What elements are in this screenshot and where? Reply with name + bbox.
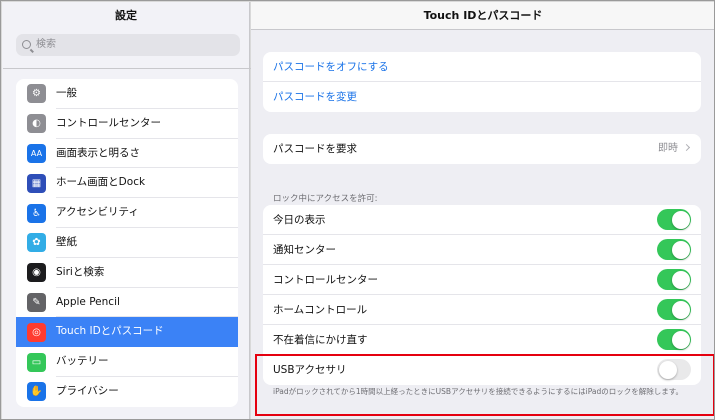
toggle-knob [671,270,690,289]
home-screen-icon: ▦ [27,173,46,193]
search-icon [22,40,31,49]
toggle-row: 今日の表示 [263,205,701,235]
sidebar-item-label: ホーム画面とDock [56,168,238,199]
toggle-knob [671,240,690,259]
toggle-switch[interactable] [657,299,691,320]
sidebar-title: 設定 [115,9,137,22]
sidebar-list: ⚙ 一般 ◐ コントロールセンター AA 画面表示と明るさ ▦ ホーム画面とDock ♿ アクセシ… [16,79,238,407]
sidebar-item[interactable]: ✋ プライバシー [16,377,238,407]
toggle-knob [671,330,690,349]
toggle-label: 今日の表示 [273,214,326,226]
chevron-right-icon [682,143,691,152]
gear-icon: ⚙ [27,84,46,104]
toggle-label: ホームコントロール [273,304,368,316]
toggle-switch[interactable] [657,209,691,230]
sidebar-item-label: アクセシビリティ [56,198,238,228]
sidebar-item[interactable]: ▭ バッテリー [16,347,238,377]
fingerprint-icon: ◎ [27,322,46,342]
sidebar-item[interactable]: ◉ Siriと検索 [16,258,238,288]
toggle-switch[interactable] [657,329,691,350]
sidebar-item[interactable]: ◐ コントロールセンター [16,109,238,139]
search-input[interactable]: 検索 [16,34,240,56]
toggle-row: コントロールセンター [263,265,701,295]
sidebar-item[interactable]: ♿ アクセシビリティ [16,198,238,228]
accessibility-icon: ♿ [27,203,46,223]
require-passcode-value: 即時 [658,134,691,164]
sidebar-item-label: 壁紙 [56,228,238,258]
sidebar-item-label: コントロールセンター [56,109,238,139]
toggles-icon: ◐ [27,114,46,134]
sidebar-divider [3,68,251,69]
require-passcode-value-text: 即時 [658,143,678,154]
toggle-row: 不在着信にかけ直す [263,325,701,355]
hand-icon: ✋ [27,382,46,402]
sidebar-item[interactable]: ⚙ 一般 [16,79,238,109]
sidebar-item[interactable]: ◎ Touch IDとパスコード [16,317,238,348]
toggle-switch[interactable] [657,269,691,290]
locked-access-header: ロック中にアクセスを許可: [273,194,378,204]
sidebar-item-label: 一般 [56,79,238,109]
sidebar-item[interactable]: AA 画面表示と明るさ [16,139,238,169]
toggle-switch[interactable] [657,239,691,260]
sidebar-item[interactable]: ✎ Apple Pencil [16,288,238,318]
display-brightness-icon: AA [27,143,46,163]
settings-window: 設定 検索 ⚙ 一般 ◐ コントロールセンター AA 画面表示と明るさ ▦ ホーム画面とDoc… [0,0,715,420]
toggle-label: 不在着信にかけ直す [273,334,368,346]
sidebar-item-label: バッテリー [56,347,238,377]
sidebar-item[interactable]: ▦ ホーム画面とDock [16,168,238,199]
toggle-row: ホームコントロール [263,295,701,325]
sidebar-item-label: Apple Pencil [56,288,238,318]
toggle-label: 通知センター [273,244,336,256]
require-passcode-row[interactable]: パスコードを要求 即時 [263,134,701,164]
search-placeholder: 検索 [36,39,56,50]
toggle-label: コントロールセンター [273,274,378,286]
pencil-icon: ✎ [27,292,46,312]
require-passcode-group: パスコードを要求 即時 [263,134,701,164]
require-passcode-label: パスコードを要求 [273,143,357,155]
change-passcode-button[interactable]: パスコードを変更 [263,82,701,112]
wallpaper-icon: ✿ [27,233,46,253]
sidebar: 設定 検索 ⚙ 一般 ◐ コントロールセンター AA 画面表示と明るさ ▦ ホーム画面とDoc… [2,2,251,419]
siri-icon: ◉ [27,263,46,283]
sidebar-item-label: 画面表示と明るさ [56,139,238,169]
passcode-group: パスコードをオフにする パスコードを変更 [263,52,701,112]
toggle-row: 通知センター [263,235,701,265]
sidebar-item-label: プライバシー [56,384,119,397]
sidebar-item[interactable]: ✿ 壁紙 [16,228,238,258]
highlight-box [255,354,714,416]
sidebar-item-label: Siriと検索 [56,258,238,288]
page-title: Touch IDとパスコード [251,2,714,30]
sidebar-item-label: Touch IDとパスコード [56,317,238,348]
toggle-knob [671,300,690,319]
toggle-knob [671,210,690,229]
turn-passcode-off-button[interactable]: パスコードをオフにする [263,52,701,82]
battery-icon: ▭ [27,352,46,372]
